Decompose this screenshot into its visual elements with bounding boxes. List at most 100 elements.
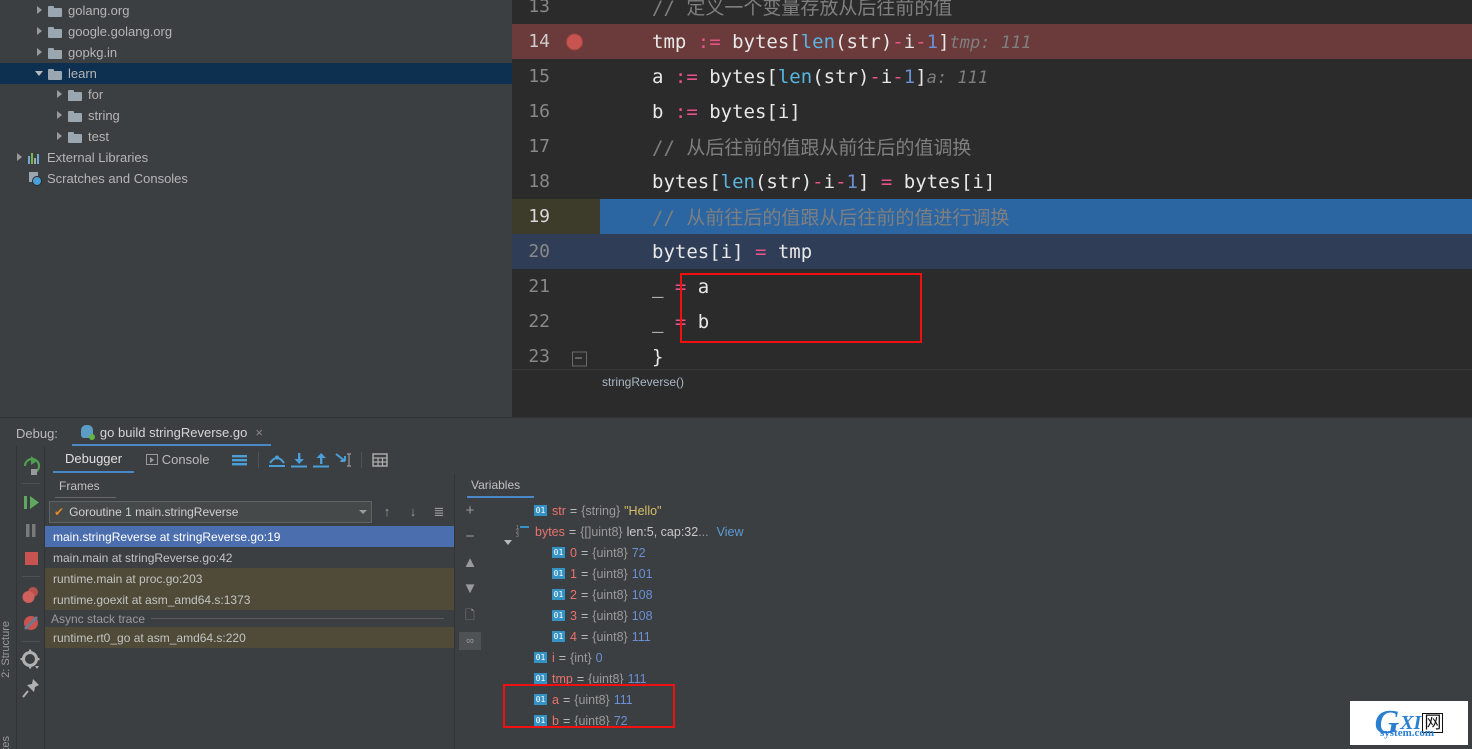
chevron-right-icon[interactable] xyxy=(54,110,65,121)
chevron-right-icon[interactable] xyxy=(34,47,45,58)
code-text-15[interactable]: a := bytes[len(str)-i-1]a: 111 xyxy=(650,66,1472,88)
variables-side-toolbar[interactable]: + − ▲ ▼ 🗋 ∞ xyxy=(455,498,485,749)
code-line-20[interactable]: 20 bytes[i] = tmp xyxy=(512,234,1472,269)
code-line-22[interactable]: 22 _ = b xyxy=(512,304,1472,339)
frame-row[interactable]: main.main at stringReverse.go:42 xyxy=(45,547,454,568)
code-text-22[interactable]: _ = b xyxy=(650,311,1472,333)
code-editor-panel[interactable]: 12 for i := 0; i < len(str)/2; i++ { i: … xyxy=(512,0,1472,417)
inspect-icon[interactable]: ∞ xyxy=(459,632,481,650)
code-text-13[interactable]: // 定义一个变量存放从后往前的值 xyxy=(650,0,1472,20)
variable-row[interactable]: 1 2 3 bytes = {[]uint8} len:5, cap:32... View xyxy=(485,521,1472,545)
tab-console[interactable]: Console xyxy=(134,448,221,472)
close-icon[interactable]: × xyxy=(255,425,263,440)
code-text-18[interactable]: bytes[len(str)-i-1] = bytes[i] xyxy=(650,171,1472,193)
tree-item-learn[interactable]: learn xyxy=(0,63,512,84)
variable-row[interactable]: 01 4 = {uint8} 111 xyxy=(485,626,1472,647)
step-out-icon[interactable] xyxy=(310,450,332,470)
code-line-14[interactable]: 14 tmp := bytes[len(str)-i-1]tmp: 111 xyxy=(512,24,1472,59)
tree-item-string[interactable]: string xyxy=(0,105,512,126)
run-to-cursor-icon[interactable] xyxy=(332,450,354,470)
remove-watch-icon[interactable]: − xyxy=(459,528,481,546)
variable-row[interactable]: 01 tmp = {uint8} 111 xyxy=(485,668,1472,689)
copy-icon[interactable]: 🗋 xyxy=(459,606,481,624)
tree-item-google-golang-org[interactable]: google.golang.org xyxy=(0,21,512,42)
pause-program-icon[interactable] xyxy=(19,517,43,543)
add-watch-icon[interactable]: + xyxy=(459,502,481,520)
frame-row[interactable]: main.stringReverse at stringReverse.go:1… xyxy=(45,526,454,547)
pin-tab-icon[interactable] xyxy=(19,675,43,701)
variable-row[interactable]: 01 1 = {uint8} 101 xyxy=(485,563,1472,584)
settings-icon[interactable] xyxy=(19,647,43,673)
frames-options-icon[interactable]: ≣ xyxy=(428,502,450,522)
tab-variables[interactable]: Variables xyxy=(467,478,535,498)
chevron-down-icon[interactable] xyxy=(359,510,367,514)
step-into-icon[interactable] xyxy=(288,450,310,470)
code-line-18[interactable]: 18 bytes[len(str)-i-1] = bytes[i] xyxy=(512,164,1472,199)
down-stack-icon[interactable]: ↓ xyxy=(402,502,424,522)
frame-row[interactable]: runtime.goexit at asm_amd64.s:1373 xyxy=(45,589,454,610)
variable-row[interactable]: 01 3 = {uint8} 108 xyxy=(485,605,1472,626)
variables-tree[interactable]: 01 str = {string} "Hello" 1 2 3 bytes = {[]uint8} l… xyxy=(485,498,1472,749)
code-line-21[interactable]: 21 _ = a xyxy=(512,269,1472,304)
goroutine-select[interactable]: ✔ Goroutine 1 main.stringReverse xyxy=(49,501,372,523)
step-over-icon[interactable] xyxy=(266,450,288,470)
code-line-17[interactable]: 17 // 从后往前的值跟从前往后的值调换 xyxy=(512,129,1472,164)
code-line-23[interactable]: 23 } xyxy=(512,339,1472,374)
code-lines[interactable]: 12 for i := 0; i < len(str)/2; i++ { i: … xyxy=(512,0,1472,369)
sidebar-item-favorites[interactable]: Favorites xyxy=(0,736,17,749)
breakpoint-icon[interactable] xyxy=(566,33,583,50)
fold-collapse-icon[interactable] xyxy=(572,348,587,366)
down-icon[interactable]: ▼ xyxy=(459,580,481,598)
tree-item-for[interactable]: for xyxy=(0,84,512,105)
code-text-16[interactable]: b := bytes[i] xyxy=(650,101,1472,123)
variable-row[interactable]: 01 0 = {uint8} 72 xyxy=(485,542,1472,563)
code-text-23[interactable]: } xyxy=(650,346,1472,368)
chevron-right-icon[interactable] xyxy=(34,5,45,16)
view-breakpoints-icon[interactable] xyxy=(19,582,43,608)
code-text-17[interactable]: // 从后往前的值跟从前往后的值调换 xyxy=(650,133,1472,160)
code-line-15[interactable]: 15 a := bytes[len(str)-i-1]a: 111 xyxy=(512,59,1472,94)
code-text-19[interactable]: // 从前往后的值跟从后往前的值进行调换 xyxy=(650,203,1472,230)
frame-row[interactable]: runtime.rt0_go at asm_amd64.s:220 xyxy=(45,627,454,648)
code-line-19[interactable]: 19 // 从前往后的值跟从后往前的值进行调换 xyxy=(512,199,1472,234)
code-line-16[interactable]: 16 b := bytes[i] xyxy=(512,94,1472,129)
frame-row[interactable]: runtime.main at proc.go:203 xyxy=(45,568,454,589)
code-text-21[interactable]: _ = a xyxy=(650,276,1472,298)
show-execution-point-icon[interactable] xyxy=(229,450,251,470)
code-line-13[interactable]: 13 // 定义一个变量存放从后往前的值 xyxy=(512,0,1472,24)
breakpoint-gutter[interactable] xyxy=(560,9,590,75)
variable-row[interactable]: 01 b = {uint8} 72 xyxy=(485,710,1472,731)
tree-item-scratches-and-consoles[interactable]: Scratches and Consoles xyxy=(0,168,512,189)
chevron-down-icon[interactable] xyxy=(34,68,45,79)
evaluate-expression-icon[interactable] xyxy=(369,450,391,470)
tree-item-external-libraries[interactable]: External Libraries xyxy=(0,147,512,168)
tree-item-gopkg-in[interactable]: gopkg.in xyxy=(0,42,512,63)
mute-breakpoints-icon[interactable] xyxy=(19,610,43,636)
sidebar-item-structure[interactable]: 2: Structure xyxy=(0,621,17,678)
debug-actions-toolbar[interactable] xyxy=(17,446,45,749)
variable-row[interactable]: 01 str = {string} "Hello" xyxy=(485,500,1472,521)
rerun-icon[interactable] xyxy=(19,452,43,478)
variable-row[interactable]: 01 i = {int} 0 xyxy=(485,647,1472,668)
fold-collapse-gutter[interactable] xyxy=(560,324,590,390)
debug-session-tab[interactable]: go build stringReverse.go × xyxy=(71,423,271,446)
up-stack-icon[interactable]: ↑ xyxy=(376,502,398,522)
resume-program-icon[interactable] xyxy=(19,489,43,515)
tree-item-golang-org[interactable]: golang.org xyxy=(0,0,512,21)
up-icon[interactable]: ▲ xyxy=(459,554,481,572)
code-text-20[interactable]: bytes[i] = tmp xyxy=(650,241,1472,263)
stop-icon[interactable] xyxy=(19,545,43,571)
variable-row[interactable]: 01 2 = {uint8} 108 xyxy=(485,584,1472,605)
tab-debugger[interactable]: Debugger xyxy=(53,447,135,473)
chevron-right-icon[interactable] xyxy=(34,26,45,37)
debug-tabs-row[interactable]: Debugger Console xyxy=(45,446,1472,474)
variable-row[interactable]: 01 a = {uint8} 111 xyxy=(485,689,1472,710)
view-link[interactable]: View xyxy=(717,525,744,539)
code-text-14[interactable]: tmp := bytes[len(str)-i-1]tmp: 111 xyxy=(650,31,1472,53)
chevron-right-icon[interactable] xyxy=(54,131,65,142)
chevron-right-icon[interactable] xyxy=(14,152,25,163)
tab-frames[interactable]: Frames xyxy=(55,479,116,498)
chevron-right-icon[interactable] xyxy=(54,89,65,100)
frames-list[interactable]: main.stringReverse at stringReverse.go:1… xyxy=(45,526,454,749)
tree-item-test[interactable]: test xyxy=(0,126,512,147)
